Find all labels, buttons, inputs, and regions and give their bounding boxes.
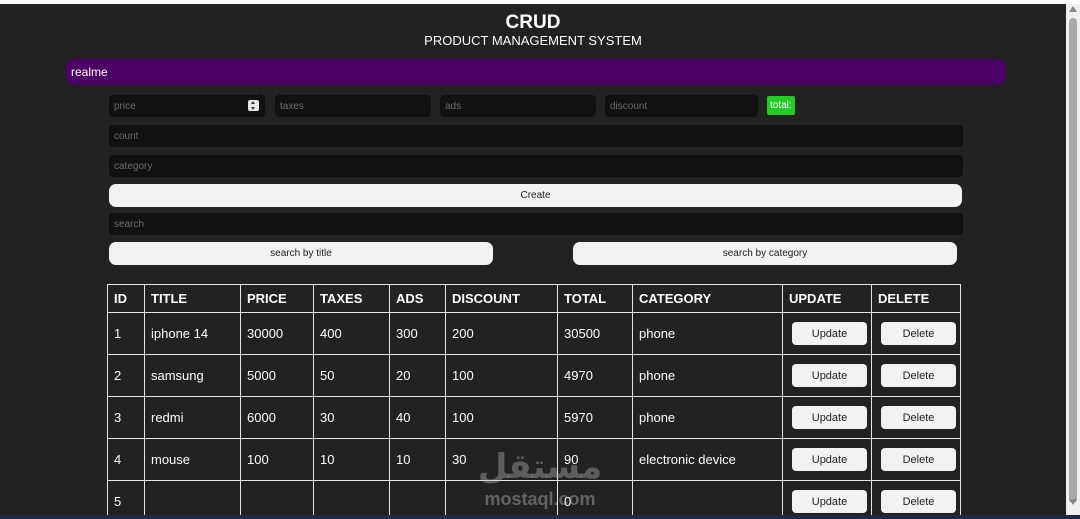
column-header: TOTAL [557, 284, 633, 313]
cell-total: 4970 [557, 354, 633, 397]
number-spinner-icon[interactable] [248, 100, 259, 111]
cell-ads: 20 [389, 354, 446, 397]
column-header: CATEGORY [632, 284, 783, 313]
cell-id: 4 [107, 438, 145, 481]
delete-button[interactable]: Delete [881, 406, 956, 429]
cell-title: redmi [144, 396, 241, 439]
table-row: 3 redmi 6000 30 40 100 5970 phone Update… [107, 396, 961, 439]
discount-input[interactable] [605, 95, 758, 117]
cell-update: Update [782, 438, 872, 481]
scrollbar-thumb[interactable] [1069, 18, 1077, 503]
column-header: ADS [389, 284, 446, 313]
create-button[interactable]: Create [109, 184, 962, 207]
cell-taxes: 400 [313, 312, 390, 355]
cell-ads: 40 [389, 396, 446, 439]
cell-taxes: 10 [313, 438, 390, 481]
scroll-up-arrow-icon[interactable] [1069, 6, 1077, 12]
search-by-category-button[interactable]: search by category [573, 242, 957, 265]
cell-ads: 10 [389, 438, 446, 481]
cell-ads [389, 480, 446, 517]
taskbar [0, 515, 1080, 519]
cell-title: iphone 14 [144, 312, 241, 355]
cell-discount [445, 480, 558, 517]
cell-price [240, 480, 314, 517]
update-button[interactable]: Update [792, 364, 867, 387]
delete-button[interactable]: Delete [881, 490, 956, 513]
column-header: TAXES [313, 284, 390, 313]
table-row: 4 mouse 100 10 10 30 90 electronic devic… [107, 438, 961, 481]
cell-delete: Delete [871, 396, 961, 439]
price-input[interactable] [109, 95, 265, 117]
total-badge: total: [767, 96, 795, 115]
ads-input[interactable] [440, 95, 596, 117]
cell-total: 5970 [557, 396, 633, 439]
search-by-title-button[interactable]: search by title [109, 242, 493, 265]
scroll-down-arrow-icon[interactable] [1069, 499, 1077, 505]
cell-title: samsung [144, 354, 241, 397]
vertical-scrollbar[interactable] [1066, 4, 1080, 517]
cell-discount: 100 [445, 354, 558, 397]
cell-discount: 100 [445, 396, 558, 439]
table-row: 1 iphone 14 30000 400 300 200 30500 phon… [107, 312, 961, 355]
search-input[interactable] [109, 213, 963, 235]
update-button[interactable]: Update [792, 490, 867, 513]
cell-id: 1 [107, 312, 145, 355]
cell-discount: 30 [445, 438, 558, 481]
page-title: CRUD [505, 12, 561, 33]
column-header: TITLE [144, 284, 241, 313]
cell-category: phone [632, 396, 783, 439]
cell-taxes: 50 [313, 354, 390, 397]
cell-update: Update [782, 312, 872, 355]
cell-category [632, 480, 783, 517]
table-row: 2 samsung 5000 50 20 100 4970 phone Upda… [107, 354, 961, 397]
cell-price: 30000 [240, 312, 314, 355]
page-subtitle: PRODUCT MANAGEMENT SYSTEM [424, 33, 642, 48]
column-header: PRICE [240, 284, 314, 313]
cell-total: 0 [557, 480, 633, 517]
update-button[interactable]: Update [792, 448, 867, 471]
column-header: ID [107, 284, 145, 313]
cell-id: 3 [107, 396, 145, 439]
app-window: CRUD PRODUCT MANAGEMENT SYSTEM realme to… [0, 4, 1066, 517]
column-header: UPDATE [782, 284, 872, 313]
cell-delete: Delete [871, 312, 961, 355]
cell-total: 90 [557, 438, 633, 481]
products-table: ID TITLE PRICE TAXES ADS DISCOUNT TOTAL … [107, 284, 961, 517]
update-button[interactable]: Update [792, 406, 867, 429]
cell-id: 5 [107, 480, 145, 517]
cell-category: phone [632, 354, 783, 397]
column-header: DELETE [871, 284, 961, 313]
table-row: 5 0 Update Delete [107, 480, 961, 517]
cell-discount: 200 [445, 312, 558, 355]
cell-id: 2 [107, 354, 145, 397]
count-input[interactable] [109, 125, 963, 147]
cell-price: 100 [240, 438, 314, 481]
cell-category: phone [632, 312, 783, 355]
cell-taxes [313, 480, 390, 517]
cell-delete: Delete [871, 354, 961, 397]
delete-button[interactable]: Delete [881, 322, 956, 345]
cell-update: Update [782, 354, 872, 397]
cell-delete: Delete [871, 480, 961, 517]
cell-ads: 300 [389, 312, 446, 355]
cell-price: 5000 [240, 354, 314, 397]
table-header-row: ID TITLE PRICE TAXES ADS DISCOUNT TOTAL … [107, 284, 961, 313]
title-preview-bar: realme [66, 59, 1006, 85]
delete-button[interactable]: Delete [881, 448, 956, 471]
cell-taxes: 30 [313, 396, 390, 439]
cell-price: 6000 [240, 396, 314, 439]
delete-button[interactable]: Delete [881, 364, 956, 387]
cell-update: Update [782, 480, 872, 517]
update-button[interactable]: Update [792, 322, 867, 345]
column-header: DISCOUNT [445, 284, 558, 313]
cell-title: mouse [144, 438, 241, 481]
cell-update: Update [782, 396, 872, 439]
cell-title [144, 480, 241, 517]
cell-delete: Delete [871, 438, 961, 481]
taxes-input[interactable] [275, 95, 431, 117]
cell-category: electronic device [632, 438, 783, 481]
cell-total: 30500 [557, 312, 633, 355]
category-input[interactable] [109, 155, 963, 177]
